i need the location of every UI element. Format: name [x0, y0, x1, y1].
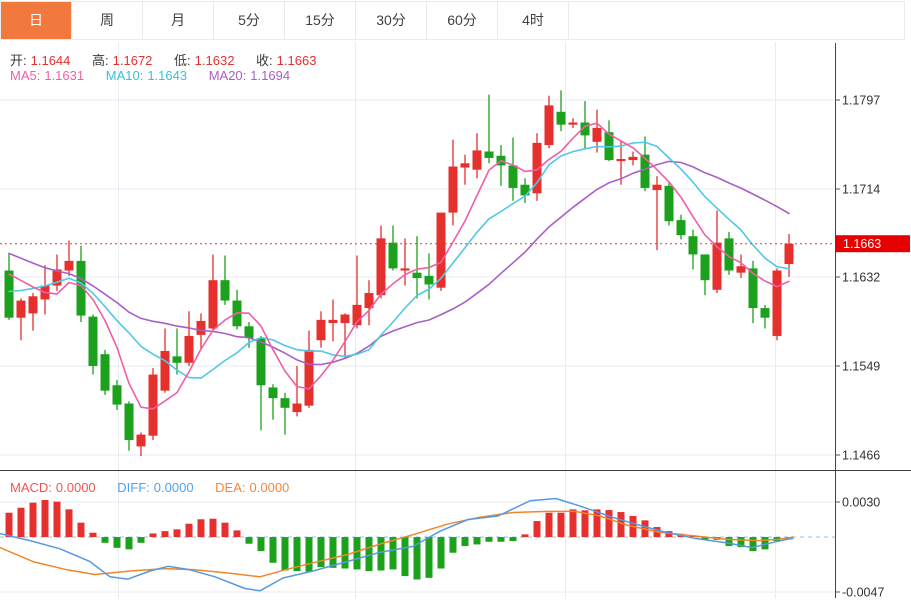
timeframe-tab-bar: 日周月5分15分30分60分4时	[0, 1, 905, 40]
dea-value: 0.0000	[250, 480, 290, 495]
svg-text:1.1632: 1.1632	[842, 270, 880, 284]
candlestick-chart-canvas[interactable]: 1.1797 1.1714 1.1632 1.1549 1.1466 1.1663	[0, 40, 911, 470]
ma5-label: MA5:	[10, 68, 40, 83]
tab-timeframe-7[interactable]: 4时	[498, 2, 569, 39]
ma5-value: 1.1631	[44, 68, 84, 83]
tab-timeframe-4[interactable]: 15分	[285, 2, 356, 39]
tab-timeframe-1[interactable]: 周	[72, 2, 143, 39]
open-value: 1.1644	[31, 53, 71, 68]
high-label: 高:	[92, 53, 109, 68]
diff-label: DIFF:	[117, 480, 150, 495]
ma20-value: 1.1694	[250, 68, 290, 83]
tab-timeframe-3[interactable]: 5分	[214, 2, 285, 39]
svg-text:1.1466: 1.1466	[842, 449, 880, 463]
close-value: 1.1663	[277, 53, 317, 68]
ohlc-legend: 开: 1.1644 高: 1.1672 低: 1.1632 收: 1.1663	[10, 50, 334, 69]
svg-text:-0.0047: -0.0047	[842, 586, 884, 600]
trading-chart-app: 日周月5分15分30分60分4时 开:1.1644 高:1.1672 低:1.1…	[0, 0, 911, 600]
svg-text:1.1714: 1.1714	[842, 183, 880, 197]
low-label: 低:	[174, 53, 191, 68]
ma10-value: 1.1643	[147, 68, 187, 83]
macd-value: 0.0000	[56, 480, 96, 495]
open-label: 开:	[10, 53, 27, 68]
close-label: 收:	[256, 53, 273, 68]
tab-timeframe-5[interactable]: 30分	[356, 2, 427, 39]
svg-text:0.0030: 0.0030	[842, 496, 880, 510]
tab-timeframe-0[interactable]: 日	[1, 2, 72, 39]
tab-timeframe-6[interactable]: 60分	[427, 2, 498, 39]
svg-text:1.1663: 1.1663	[843, 237, 881, 251]
ma10-label: MA10:	[106, 68, 144, 83]
dea-label: DEA:	[215, 480, 245, 495]
diff-value: 0.0000	[154, 480, 194, 495]
main-chart-panel: 开: 1.1644 高: 1.1672 低: 1.1632 收: 1.1663 MA5:…	[0, 40, 911, 470]
tab-timeframe-2[interactable]: 月	[143, 2, 214, 39]
low-value: 1.1632	[195, 53, 235, 68]
svg-text:1.1549: 1.1549	[842, 359, 880, 373]
ma-legend: MA5: 1.1631 MA10:1.1643 MA20:1.1694	[10, 68, 308, 83]
svg-text:1.1797: 1.1797	[842, 94, 880, 108]
macd-legend: MACD: 0.0000 DIFF: 0.0000 DEA: 0.0000	[10, 480, 307, 495]
macd-panel: MACD: 0.0000 DIFF: 0.0000 DEA: 0.0000 0.003…	[0, 470, 911, 600]
ma20-label: MA20:	[209, 68, 247, 83]
high-value: 1.1672	[113, 53, 153, 68]
macd-label: MACD:	[10, 480, 52, 495]
